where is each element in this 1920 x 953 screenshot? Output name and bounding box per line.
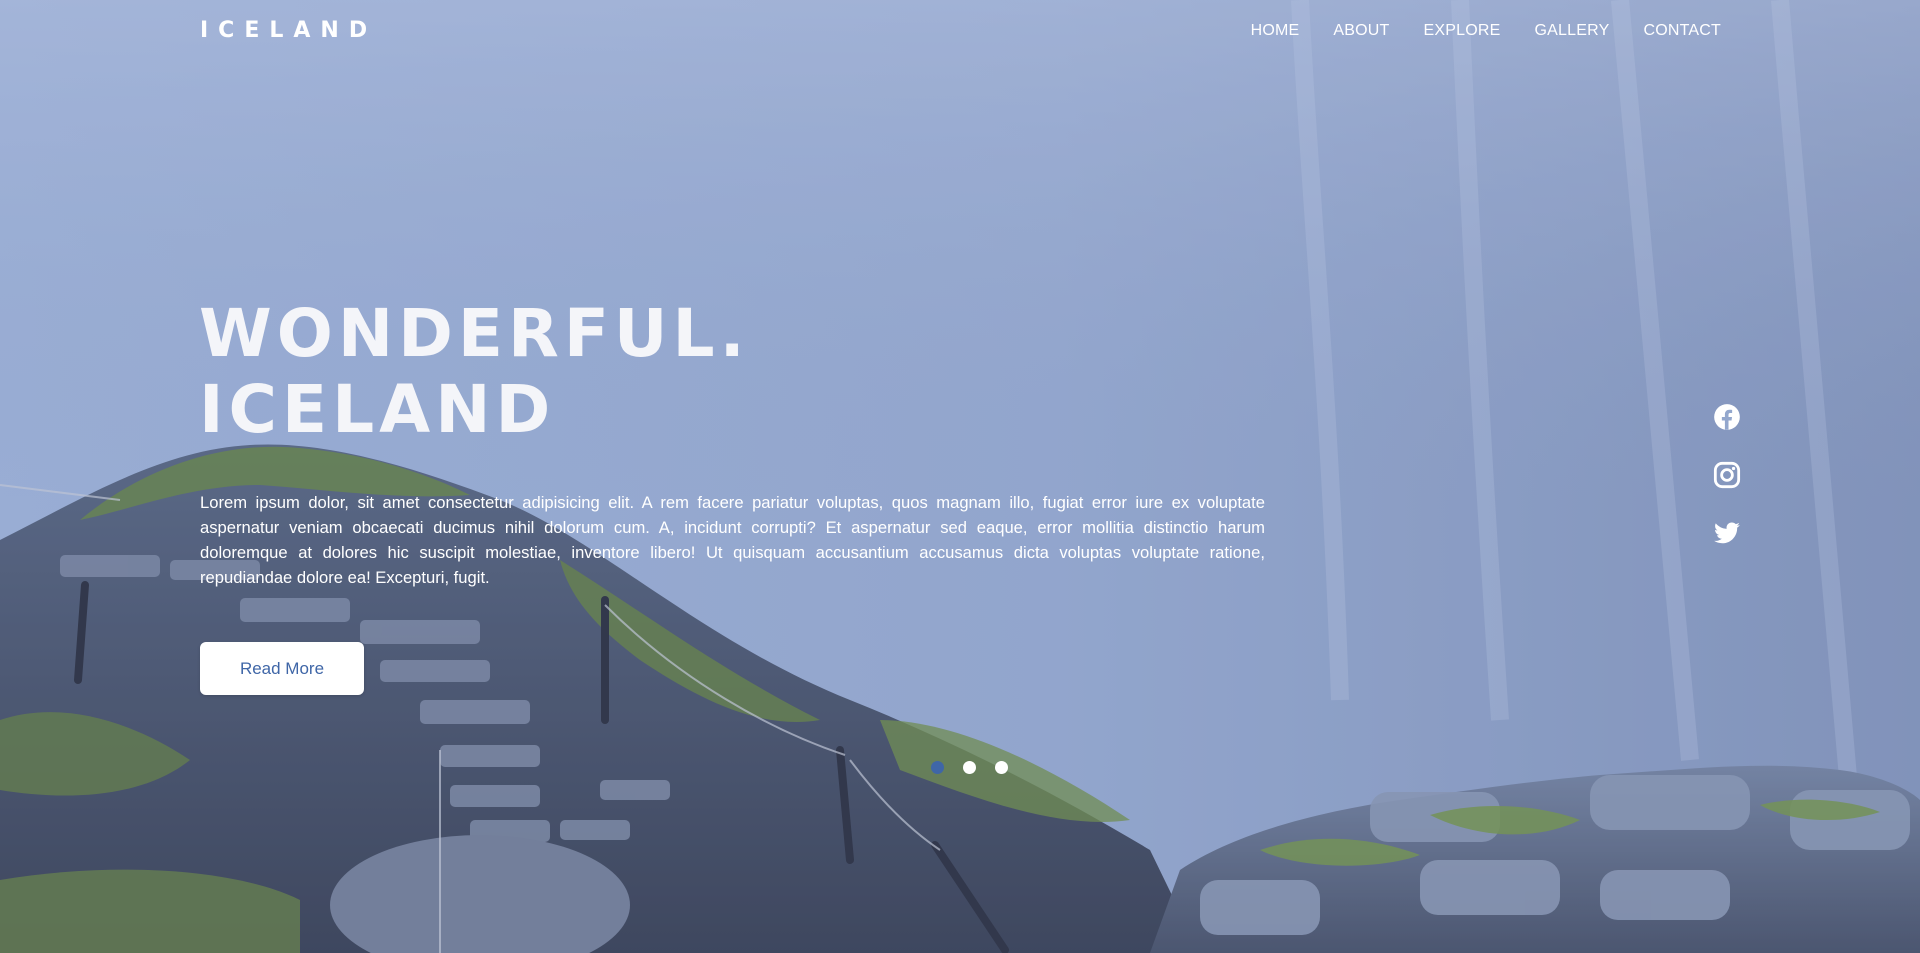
nav-link-contact[interactable]: CONTACT <box>1643 22 1721 40</box>
instagram-icon[interactable] <box>1713 461 1741 489</box>
nav-link-gallery[interactable]: GALLERY <box>1535 22 1610 40</box>
site-logo[interactable]: ICELAND <box>200 18 377 43</box>
nav-links: HOME ABOUT EXPLORE GALLERY CONTACT <box>1251 22 1721 40</box>
nav-link-explore[interactable]: EXPLORE <box>1424 22 1501 40</box>
hero-background-image <box>0 0 1920 953</box>
nav-link-home[interactable]: HOME <box>1251 22 1300 40</box>
social-links <box>1713 403 1743 577</box>
slider-dot-2[interactable] <box>963 761 976 774</box>
slider-dots <box>931 761 1008 774</box>
facebook-icon[interactable] <box>1713 403 1741 431</box>
hero-section: ICELAND HOME ABOUT EXPLORE GALLERY CONTA… <box>0 0 1920 953</box>
hero-description: Lorem ipsum dolor, sit amet consectetur … <box>200 493 1265 587</box>
nav-link-about[interactable]: ABOUT <box>1333 22 1389 40</box>
twitter-icon[interactable] <box>1713 519 1741 547</box>
hero-title-line-1: WONDERFUL. <box>199 295 750 372</box>
hero-title-line-2: ICELAND <box>199 371 556 448</box>
top-nav: ICELAND HOME ABOUT EXPLORE GALLERY CONTA… <box>0 0 1920 66</box>
slider-dot-3[interactable] <box>995 761 1008 774</box>
slider-dot-1[interactable] <box>931 761 944 774</box>
hero-title: WONDERFUL. ICELAND <box>199 296 750 448</box>
read-more-button[interactable]: Read More <box>200 642 364 695</box>
